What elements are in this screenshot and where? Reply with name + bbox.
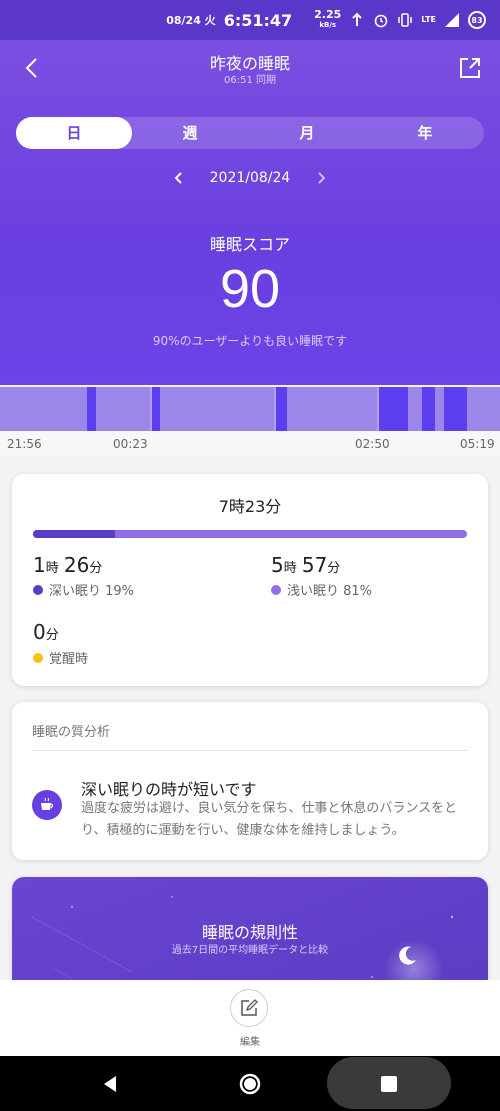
signal-icon <box>445 13 459 27</box>
tab-day[interactable]: 日 <box>16 117 132 149</box>
time-label: 05:19 <box>460 437 495 451</box>
current-date: 2021/08/24 <box>209 170 291 186</box>
edit-label: 編集 <box>240 1037 260 1048</box>
chevron-right-icon[interactable] <box>314 171 328 185</box>
tip-text: 過度な疲労は避け、良い気分を保ち、仕事と休息のバランスをとり、積極的に運動を行い… <box>81 801 458 838</box>
regularity-title: 睡眠の規則性 <box>201 923 298 942</box>
date-navigator: 2021/08/24 <box>0 170 500 186</box>
tip-title: 深い眠りの時が短いです <box>81 780 257 799</box>
nav-home-button[interactable] <box>220 1056 280 1111</box>
divider <box>32 750 468 751</box>
sleep-analysis-card[interactable]: 睡眠の質分析 深い眠りの時が短いです 過度な疲労は避け、良い気分を保ち、仕事と休… <box>12 702 488 860</box>
coffee-cup-icon <box>32 790 62 820</box>
battery-icon: 83 <box>468 11 486 29</box>
edit-icon <box>241 999 258 1016</box>
deep-sleep-segment <box>379 387 408 431</box>
deep-sleep-dot <box>33 584 43 595</box>
score-label: 睡眠スコア <box>209 235 290 254</box>
nav-back-button[interactable] <box>80 1056 140 1111</box>
awake-dot <box>33 652 43 663</box>
home-circle-icon <box>239 1073 261 1094</box>
time-label: 00:23 <box>113 437 148 451</box>
sync-time: 06:51 同期 <box>224 75 276 86</box>
bottom-action-bar: 編集 <box>0 980 500 1056</box>
sleep-stage-timeline[interactable] <box>0 387 500 431</box>
tab-week[interactable]: 週 <box>132 117 248 149</box>
deep-sleep-segment <box>444 387 467 431</box>
status-date: 08/24 火 <box>166 14 216 27</box>
awake-duration: 0分 <box>33 620 59 644</box>
light-sleep-legend: 浅い眠り 81% <box>271 580 372 599</box>
share-icon[interactable] <box>456 54 484 82</box>
deep-sleep-segment <box>87 387 96 431</box>
sleep-summary-card: 7時23分 1時 26分 深い眠り 19% 5時 57分 浅い眠り 81% 0分… <box>12 474 488 686</box>
time-label: 02:50 <box>355 437 390 451</box>
recents-square-icon <box>381 1075 397 1092</box>
edit-button[interactable] <box>230 989 268 1027</box>
deep-sleep-segment <box>276 387 287 431</box>
sleep-ratio-bar <box>33 530 467 538</box>
vibrate-icon <box>398 13 413 27</box>
network-type: LTE <box>421 15 436 24</box>
deep-sleep-legend: 深い眠り 19% <box>33 580 134 599</box>
network-speed: 2.25 kB/s <box>314 8 342 29</box>
upload-arrow-icon <box>352 12 363 26</box>
status-time: 6:51:47 <box>223 10 293 30</box>
light-sleep-dot <box>271 584 281 595</box>
score-description: 90%のユーザーよりも良い睡眠です <box>152 334 348 348</box>
deep-sleep-fill <box>33 530 116 538</box>
deep-sleep-duration: 1時 26分 <box>33 553 103 577</box>
awake-legend: 覚醒時 <box>33 648 88 667</box>
total-sleep: 7時23分 <box>218 497 282 516</box>
nav-recents-button[interactable] <box>359 1056 419 1111</box>
tab-month[interactable]: 月 <box>248 117 366 149</box>
analysis-title: 睡眠の質分析 <box>32 725 111 740</box>
tab-year[interactable]: 年 <box>366 117 484 149</box>
light-sleep-duration: 5時 57分 <box>271 553 341 577</box>
chevron-left-icon[interactable] <box>172 171 186 185</box>
sleep-header: 昨夜の睡眠 06:51 同期 日 週 月 年 2021/08/24 睡眠スコア … <box>0 40 500 385</box>
deep-sleep-segment <box>152 387 160 431</box>
status-bar: 08/24 火 6:51:47 2.25 kB/s LTE 83 <box>0 0 500 40</box>
time-label: 21:56 <box>7 437 42 451</box>
period-tabs: 日 週 月 年 <box>16 117 484 149</box>
back-triangle-icon <box>104 1075 116 1092</box>
alarm-icon <box>374 14 388 28</box>
regularity-subtitle: 過去7日間の平均睡眠データと比較 <box>171 945 329 956</box>
sleep-score: 90 <box>219 259 281 319</box>
system-nav-bar <box>0 1056 500 1111</box>
timeline-labels: 21:56 00:23 02:50 05:19 <box>0 431 500 457</box>
deep-sleep-segment <box>422 387 435 431</box>
